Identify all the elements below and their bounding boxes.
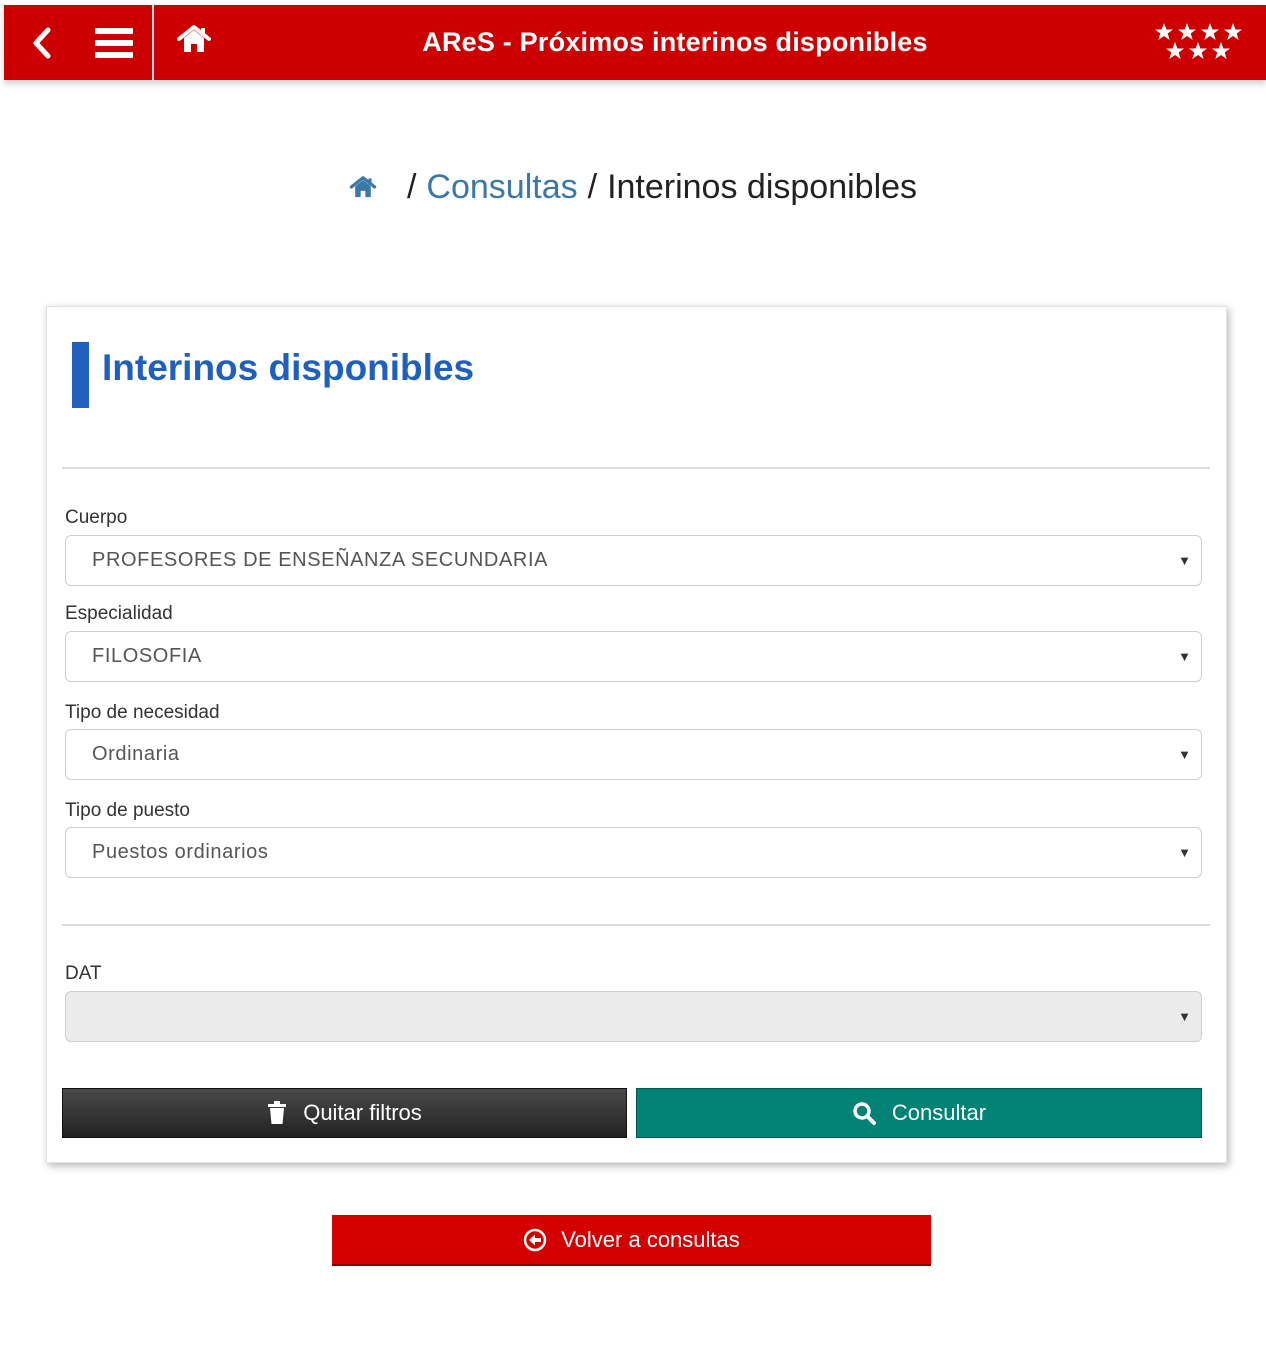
caret-down-icon: ▼	[1178, 845, 1191, 860]
tipo-puesto-label: Tipo de puesto	[65, 800, 190, 821]
dat-label: DAT	[65, 963, 102, 984]
back-button[interactable]	[22, 23, 62, 63]
caret-down-icon: ▼	[1178, 747, 1191, 762]
home-icon	[349, 176, 377, 198]
title-accent-bar	[72, 342, 89, 408]
home-button[interactable]	[172, 19, 216, 59]
tipo-necesidad-value: Ordinaria	[92, 743, 180, 765]
search-icon	[852, 1101, 876, 1125]
app-title: AReS - Próximos interinos disponibles	[422, 27, 928, 57]
filter-card: Interinos disponibles Cuerpo PROFESORES …	[46, 306, 1227, 1163]
especialidad-value: FILOSOFIA	[92, 645, 202, 667]
caret-down-icon: ▼	[1178, 553, 1191, 568]
card-title: Interinos disponibles	[102, 347, 475, 388]
clear-filters-label: Quitar filtros	[303, 1100, 422, 1125]
header-divider	[152, 5, 154, 80]
dat-select[interactable]: ▼	[65, 991, 1202, 1042]
top-app-bar: AReS - Próximos interinos disponibles	[4, 5, 1266, 80]
cuerpo-label: Cuerpo	[65, 507, 128, 528]
tipo-necesidad-select[interactable]: Ordinaria ▼	[65, 729, 1202, 780]
search-label: Consultar	[891, 1100, 987, 1125]
caret-down-icon: ▼	[1178, 1009, 1191, 1024]
breadcrumb-current-page: Interinos disponibles	[607, 167, 918, 206]
tipo-necesidad-label: Tipo de necesidad	[65, 702, 220, 723]
breadcrumb: / Consultas / Interinos disponibles	[0, 160, 1266, 214]
caret-down-icon: ▼	[1178, 649, 1191, 664]
chevron-left-icon	[33, 27, 51, 59]
trash-icon	[267, 1101, 287, 1125]
tipo-puesto-select[interactable]: Puestos ordinarios ▼	[65, 827, 1202, 878]
divider	[62, 924, 1210, 926]
breadcrumb-home-link[interactable]	[349, 172, 379, 202]
tipo-puesto-value: Puestos ordinarios	[92, 841, 269, 863]
back-to-queries-button[interactable]: Volver a consultas	[332, 1215, 931, 1266]
menu-button[interactable]	[90, 21, 138, 65]
search-button[interactable]: Consultar	[636, 1088, 1202, 1138]
clear-filters-button[interactable]: Quitar filtros	[62, 1088, 627, 1138]
cuerpo-value: PROFESORES DE ENSEÑANZA SECUNDARIA	[92, 549, 549, 571]
especialidad-label: Especialidad	[65, 603, 173, 624]
home-icon	[177, 25, 211, 52]
especialidad-select[interactable]: FILOSOFIA ▼	[65, 631, 1202, 682]
stars-logo	[1155, 23, 1242, 59]
back-to-queries-label: Volver a consultas	[561, 1226, 740, 1252]
breadcrumb-consultas-link[interactable]: Consultas	[426, 168, 577, 207]
divider	[62, 467, 1210, 469]
breadcrumb-separator: /	[406, 167, 417, 206]
breadcrumb-separator: /	[587, 167, 598, 206]
circle-arrow-left-icon	[523, 1228, 547, 1252]
hamburger-menu-icon	[95, 28, 133, 58]
cuerpo-select[interactable]: PROFESORES DE ENSEÑANZA SECUNDARIA ▼	[65, 535, 1202, 586]
